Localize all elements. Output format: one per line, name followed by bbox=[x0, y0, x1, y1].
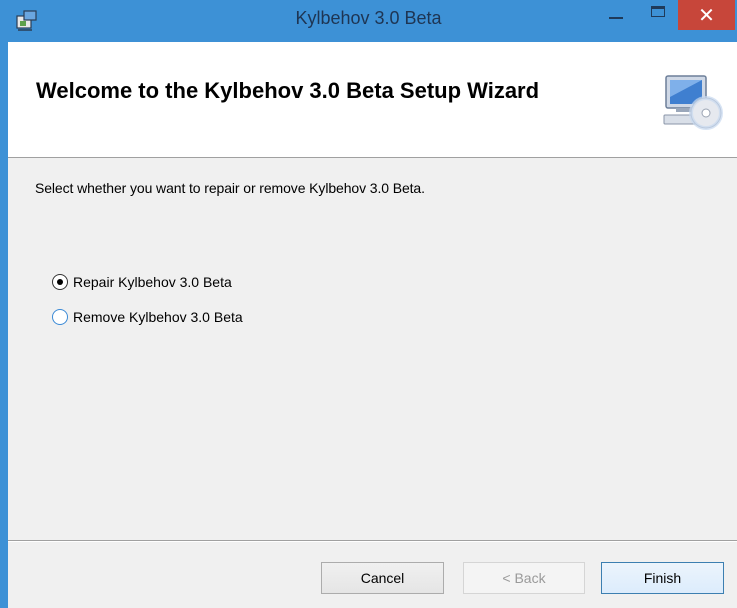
close-icon: ✕ bbox=[698, 3, 715, 27]
minimize-icon[interactable] bbox=[597, 0, 633, 30]
finish-button[interactable]: Finish bbox=[601, 562, 724, 594]
repair-option-label[interactable]: Repair Kylbehov 3.0 Beta bbox=[73, 274, 232, 290]
setup-window: Kylbehov 3.0 Beta ✕ Welcome to the Kylbe… bbox=[0, 0, 737, 608]
maximize-icon[interactable] bbox=[640, 0, 676, 30]
cancel-button[interactable]: Cancel bbox=[321, 562, 444, 594]
computer-cd-icon bbox=[663, 75, 723, 130]
page-title: Welcome to the Kylbehov 3.0 Beta Setup W… bbox=[36, 78, 540, 103]
close-button[interactable]: ✕ bbox=[678, 0, 735, 30]
wizard-header: Welcome to the Kylbehov 3.0 Beta Setup W… bbox=[8, 42, 737, 158]
remove-option[interactable]: Remove Kylbehov 3.0 Beta bbox=[52, 309, 243, 325]
radio-selected-icon[interactable] bbox=[52, 274, 68, 290]
repair-option[interactable]: Repair Kylbehov 3.0 Beta bbox=[52, 274, 232, 290]
radio-unselected-icon[interactable] bbox=[52, 309, 68, 325]
remove-option-label[interactable]: Remove Kylbehov 3.0 Beta bbox=[73, 309, 243, 325]
title-bar[interactable]: Kylbehov 3.0 Beta ✕ bbox=[0, 0, 737, 42]
instruction-text: Select whether you want to repair or rem… bbox=[35, 180, 425, 196]
footer-divider-highlight bbox=[8, 541, 737, 542]
dialog-client-area: Welcome to the Kylbehov 3.0 Beta Setup W… bbox=[8, 42, 737, 608]
back-button[interactable]: < Back bbox=[463, 562, 585, 594]
